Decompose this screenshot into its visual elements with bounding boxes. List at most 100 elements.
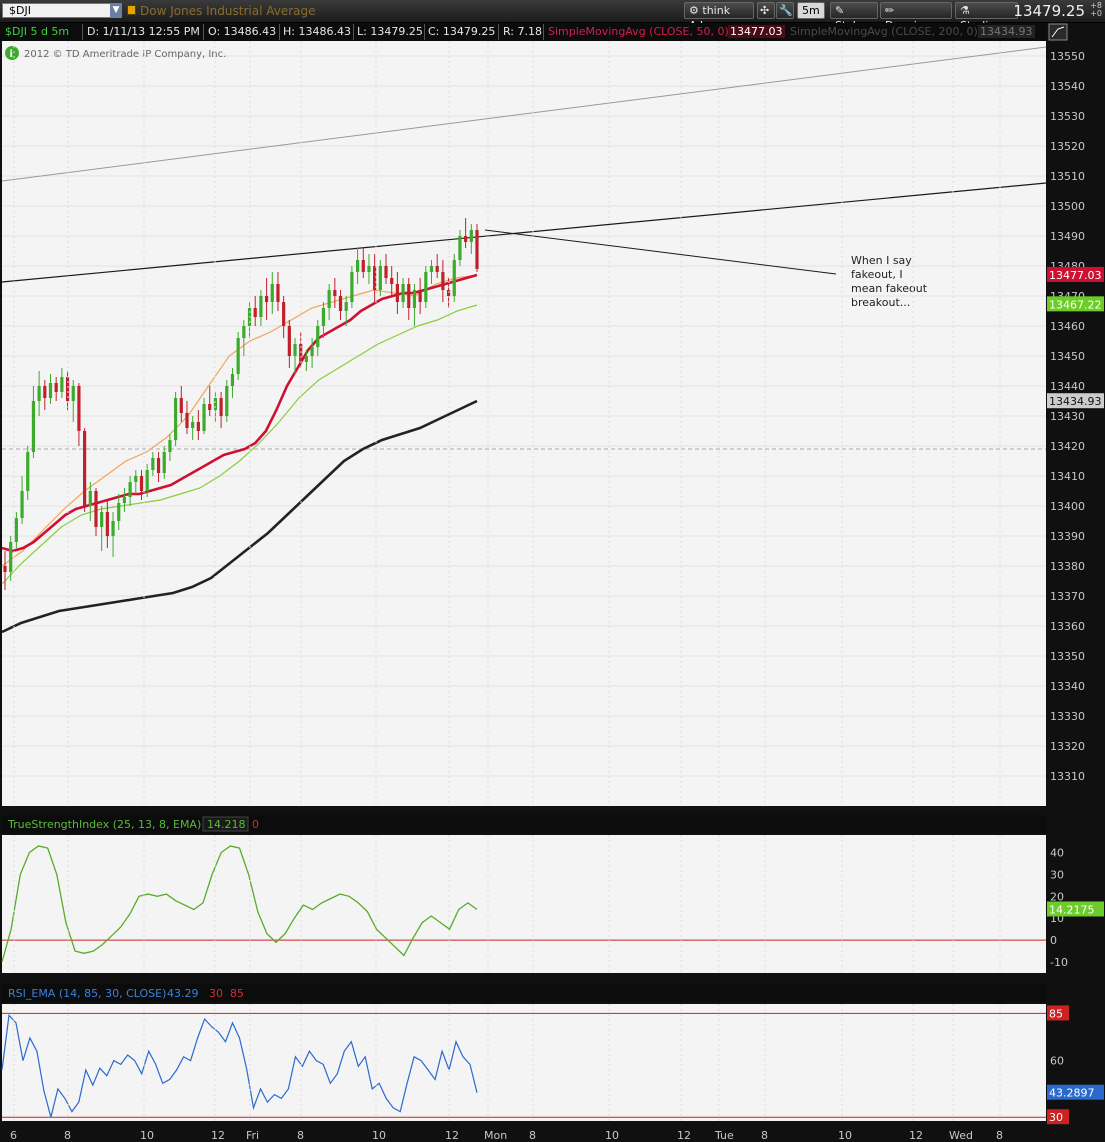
candle-body bbox=[230, 374, 235, 386]
candle-body bbox=[395, 284, 399, 302]
candle-body bbox=[441, 272, 445, 290]
price-tick-label: 13460 bbox=[1050, 320, 1085, 333]
candle-body bbox=[196, 422, 200, 431]
rsi-oversold: 30 bbox=[209, 987, 223, 1000]
tsi-tick-label: -10 bbox=[1050, 956, 1068, 969]
chart-canvas[interactable]: 13310 13320 13330 13340 13350 13360 13370 13380… bbox=[0, 0, 1105, 1142]
time-tick-label: 6 bbox=[10, 1129, 17, 1142]
price-tick-label: 13320 bbox=[1050, 740, 1085, 753]
time-tick-label: 8 bbox=[529, 1129, 536, 1142]
candle-body bbox=[111, 521, 115, 536]
candle-body bbox=[469, 230, 473, 242]
candle-body bbox=[71, 386, 75, 401]
annotation-line-3: mean fakeout bbox=[851, 282, 928, 295]
rsi-overbought-tag-label: 85 bbox=[1049, 1007, 1063, 1020]
candle-body bbox=[213, 398, 218, 410]
tsi-panel-bg bbox=[2, 835, 1046, 973]
price-tick-label: 13550 bbox=[1050, 50, 1085, 63]
time-tick-label: 10 bbox=[605, 1129, 619, 1142]
candle-body bbox=[151, 458, 155, 470]
price-tag-label: 13477.03 bbox=[1049, 269, 1102, 282]
candle-body bbox=[344, 302, 348, 311]
candle-body bbox=[264, 296, 269, 302]
candle-body bbox=[122, 497, 127, 503]
annotation-line-4: breakout... bbox=[851, 296, 910, 309]
candle-body bbox=[88, 491, 92, 506]
price-tick-label: 13390 bbox=[1050, 530, 1085, 543]
tsi-tick-label: 20 bbox=[1050, 890, 1064, 903]
time-tick-label: 12 bbox=[211, 1129, 225, 1142]
candle-body bbox=[293, 344, 297, 356]
candle-body bbox=[407, 284, 411, 308]
candle-body bbox=[134, 476, 138, 482]
rsi-value: 43.29 bbox=[167, 987, 199, 1000]
price-tick-label: 13420 bbox=[1050, 440, 1085, 453]
auto-scale-button[interactable] bbox=[1048, 23, 1068, 41]
svg-text:i: i bbox=[10, 49, 13, 60]
tsi-signal: 0 bbox=[252, 818, 259, 831]
price-tick-label: 13310 bbox=[1050, 770, 1085, 783]
candle-body bbox=[424, 272, 428, 302]
price-tick-label: 13510 bbox=[1050, 170, 1085, 183]
info-icon[interactable]: i bbox=[5, 46, 19, 60]
tsi-current-tag-label: 14.2175 bbox=[1049, 903, 1095, 916]
price-tick-label: 13430 bbox=[1050, 410, 1085, 423]
candle-body bbox=[321, 308, 326, 326]
price-tick-label: 13490 bbox=[1050, 230, 1085, 243]
candle-body bbox=[14, 518, 18, 542]
candle-body bbox=[304, 356, 308, 362]
price-tick-label: 13500 bbox=[1050, 200, 1085, 213]
candle-body bbox=[37, 386, 41, 401]
time-tick-label: 12 bbox=[445, 1129, 459, 1142]
candle-body bbox=[208, 404, 212, 410]
rsi-tick-label: 60 bbox=[1050, 1055, 1064, 1068]
candle-body bbox=[378, 266, 382, 290]
price-tick-label: 13410 bbox=[1050, 470, 1085, 483]
candle-body bbox=[316, 326, 320, 347]
candle-body bbox=[31, 401, 36, 452]
candle-body bbox=[54, 383, 58, 392]
tsi-tick-label: 30 bbox=[1050, 868, 1064, 881]
candle-body bbox=[162, 452, 166, 473]
price-axis: 13310 13320 13330 13340 13350 13360 13370 13380… bbox=[1050, 50, 1085, 783]
time-tick-label: 12 bbox=[909, 1129, 923, 1142]
candle-body bbox=[43, 386, 47, 398]
rsi-oversold-tag-label: 30 bbox=[1049, 1111, 1063, 1124]
candle-body bbox=[458, 236, 462, 260]
time-tick-label: 8 bbox=[64, 1129, 71, 1142]
tsi-value: 14.218 bbox=[207, 818, 246, 831]
price-tick-label: 13450 bbox=[1050, 350, 1085, 363]
candle-body bbox=[156, 458, 161, 473]
time-tick-label: 10 bbox=[140, 1129, 154, 1142]
tsi-title[interactable]: TrueStrengthIndex (25, 13, 8, EMA) bbox=[7, 818, 201, 831]
time-tick-label: Tue bbox=[714, 1129, 734, 1142]
candle-body bbox=[9, 542, 13, 572]
candle-body bbox=[242, 326, 246, 338]
rsi-panel-bg bbox=[2, 1004, 1046, 1121]
time-tick-label: 10 bbox=[838, 1129, 852, 1142]
price-tag-label: 13467.22 bbox=[1049, 298, 1102, 311]
time-tick-label: 12 bbox=[677, 1129, 691, 1142]
candle-body bbox=[202, 404, 206, 431]
candle-body bbox=[60, 377, 64, 392]
price-tick-label: 13350 bbox=[1050, 650, 1085, 663]
candle-body bbox=[253, 308, 257, 317]
candle-body bbox=[452, 260, 456, 296]
candle-body bbox=[48, 383, 53, 398]
rsi-current-tag-label: 43.2897 bbox=[1049, 1087, 1095, 1100]
candle-body bbox=[384, 266, 388, 278]
candle-body bbox=[185, 413, 189, 428]
candle-body bbox=[77, 386, 81, 431]
candle-body bbox=[179, 398, 183, 413]
candle-body bbox=[3, 566, 7, 572]
candle-body bbox=[287, 326, 291, 356]
candle-body bbox=[100, 512, 104, 527]
tsi-tick-label: 0 bbox=[1050, 934, 1057, 947]
candle-body bbox=[333, 290, 337, 296]
candle-body bbox=[464, 236, 468, 242]
candle-body bbox=[26, 452, 30, 491]
price-tick-label: 13520 bbox=[1050, 140, 1085, 153]
candle-body bbox=[236, 338, 240, 374]
rsi-title[interactable]: RSI_EMA (14, 85, 30, CLOSE) bbox=[8, 987, 166, 1000]
candle-body bbox=[429, 266, 434, 272]
